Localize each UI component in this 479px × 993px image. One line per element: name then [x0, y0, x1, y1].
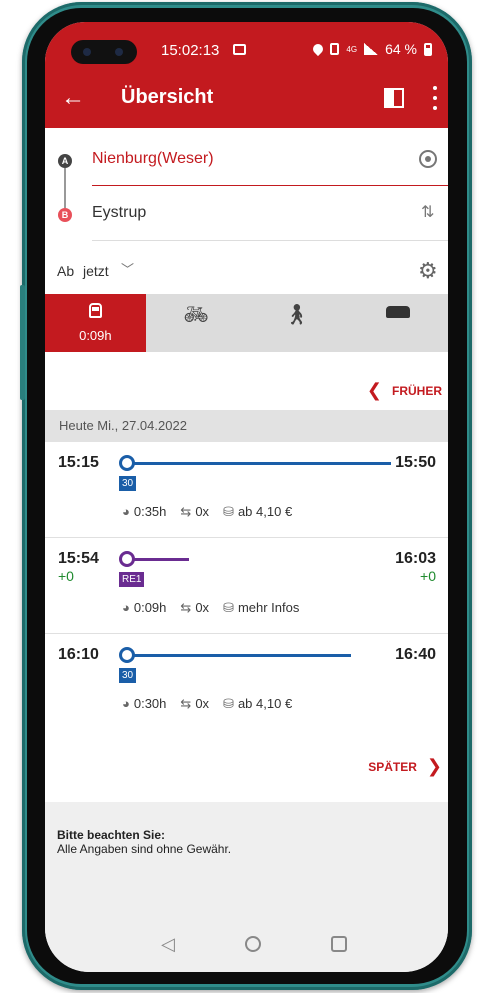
destination-field[interactable]: Eystrup: [92, 204, 146, 222]
tab-walk[interactable]: 🚶︎: [247, 294, 348, 352]
signal-icon: [364, 43, 379, 55]
chevron-left-icon: ❮: [366, 380, 382, 400]
front-camera: [71, 40, 137, 64]
time-selector[interactable]: jetzt: [83, 263, 109, 279]
pedestrian-icon: 🚶︎: [284, 304, 310, 326]
changes: 0x: [195, 504, 210, 519]
route-bar: [123, 462, 391, 465]
destination-marker-icon: B: [58, 208, 72, 222]
connection-row[interactable]: 15:15 30 15:50 ◕ 0:35h ⇆ 0x ⛁ ab 4,10 €: [45, 442, 448, 538]
transfer-icon: ⇆: [180, 696, 192, 711]
connection-row[interactable]: 16:10 30 16:40 ◕ 0:30h ⇆ 0x ⛁ ab 4,10 €: [45, 634, 448, 730]
clock-icon: ◕: [122, 600, 130, 615]
connection-meta: ◕ 0:35h ⇆ 0x ⛁ ab 4,10 €: [122, 504, 292, 520]
location-icon: [311, 41, 326, 57]
transfer-icon: ⇆: [180, 600, 192, 615]
train-icon: [119, 647, 135, 663]
battery-icon: [424, 42, 432, 56]
train-icon: [119, 455, 135, 471]
date-header: Heute Mi., 27.04.2022: [45, 410, 448, 442]
departure-time: 15:15: [58, 454, 99, 471]
car-park-icon: [347, 302, 448, 323]
tab-train[interactable]: 0:09h: [45, 294, 146, 352]
arrival-delay: +0: [420, 568, 436, 584]
arrival-time: 16:03: [395, 550, 436, 567]
mode-tabs: 0:09h 🚲︎ 🚶︎: [45, 294, 448, 352]
origin-field[interactable]: Nienburg(Weser): [92, 150, 214, 168]
line-badge: 30: [119, 668, 137, 683]
time-label: Ab: [57, 263, 75, 279]
notice-title: Bitte beachten Sie:: [57, 828, 166, 842]
departure-delay: +0: [58, 568, 74, 584]
departure-time: 16:10: [58, 646, 99, 663]
price: ab 4,10 €: [237, 696, 293, 711]
earlier-label: FRÜHER: [392, 383, 442, 398]
gear-icon[interactable]: ⚙: [418, 258, 438, 284]
status-time: 15:02:13: [161, 42, 220, 59]
bicycle-icon: 🚲︎: [183, 304, 209, 326]
later-button[interactable]: SPÄTER ❯: [368, 756, 442, 777]
split-view-icon[interactable]: [384, 88, 404, 108]
route-connector: [64, 168, 66, 208]
current-location-icon[interactable]: [419, 150, 437, 168]
route-bar: [123, 654, 351, 657]
status-icons: 4G 64 %: [311, 41, 432, 57]
clock-icon: ◕: [122, 696, 130, 711]
departure-time: 15:54: [58, 550, 99, 567]
coins-icon: ⛁: [223, 504, 234, 519]
nav-home-icon[interactable]: [245, 936, 261, 952]
start-marker-icon: A: [58, 154, 72, 168]
page-title: Übersicht: [121, 86, 214, 108]
line-badge: 30: [119, 476, 137, 491]
app-bar: ← Übersicht: [45, 70, 448, 128]
tab-bike[interactable]: 🚲︎: [146, 294, 247, 352]
phone-side-button: [20, 285, 25, 400]
tab-car[interactable]: [347, 294, 448, 352]
train-icon: [45, 302, 146, 323]
earlier-button[interactable]: ❮ FRÜHER: [367, 380, 442, 401]
later-label: SPÄTER: [368, 759, 417, 774]
system-nav-bar: ◁: [45, 922, 448, 972]
destination-underline: [92, 240, 448, 241]
search-form: A B Nienburg(Weser) Eystrup ⇅ Ab jetzt ﹀…: [45, 128, 448, 294]
phone-screen: 15:02:13 4G 64 % ← Übersicht A B Nienbur…: [45, 22, 448, 972]
notice-text: Alle Angaben sind ohne Gewähr.: [57, 842, 232, 856]
train-icon: [119, 551, 135, 567]
image-notification-icon: [233, 44, 246, 55]
price: ab 4,10 €: [237, 504, 293, 519]
duration: 0:35h: [133, 504, 167, 519]
transfer-icon: ⇆: [180, 504, 192, 519]
nav-back-icon[interactable]: ◁: [161, 934, 175, 955]
more-options-icon[interactable]: [433, 86, 437, 110]
back-arrow-icon[interactable]: ←: [61, 84, 85, 112]
vibrate-icon: [330, 43, 340, 55]
battery-percent: 64 %: [385, 41, 417, 57]
chevron-down-icon[interactable]: ﹀: [121, 259, 134, 278]
changes: 0x: [195, 600, 210, 615]
origin-underline: [92, 185, 448, 186]
duration: 0:30h: [133, 696, 167, 711]
notice-section: Bitte beachten Sie: Alle Angaben sind oh…: [45, 802, 448, 922]
connection-meta: ◕ 0:09h ⇆ 0x ⛁ mehr Infos: [122, 600, 299, 616]
status-bar: 15:02:13 4G 64 %: [45, 22, 448, 70]
clock-icon: ◕: [122, 504, 130, 519]
arrival-time: 16:40: [395, 646, 436, 663]
connection-row[interactable]: 15:54 +0 RE1 16:03 +0 ◕ 0:09h ⇆ 0x ⛁ mehr I…: [45, 538, 448, 634]
swap-stations-icon[interactable]: ⇅: [421, 202, 434, 222]
connection-results: ❮ FRÜHER Heute Mi., 27.04.2022 15:15 30 …: [45, 352, 448, 802]
network-type: 4G: [346, 44, 358, 54]
chevron-right-icon: ❯: [426, 756, 442, 776]
changes: 0x: [195, 696, 210, 711]
price: mehr Infos: [237, 600, 300, 615]
connection-meta: ◕ 0:30h ⇆ 0x ⛁ ab 4,10 €: [122, 696, 292, 712]
line-badge: RE1: [119, 572, 145, 587]
duration: 0:09h: [133, 600, 167, 615]
coins-icon: ⛁: [223, 600, 234, 615]
coins-icon: ⛁: [223, 696, 234, 711]
nav-recents-icon[interactable]: [331, 936, 347, 952]
arrival-time: 15:50: [395, 454, 436, 471]
train-duration: 0:09h: [79, 328, 112, 343]
